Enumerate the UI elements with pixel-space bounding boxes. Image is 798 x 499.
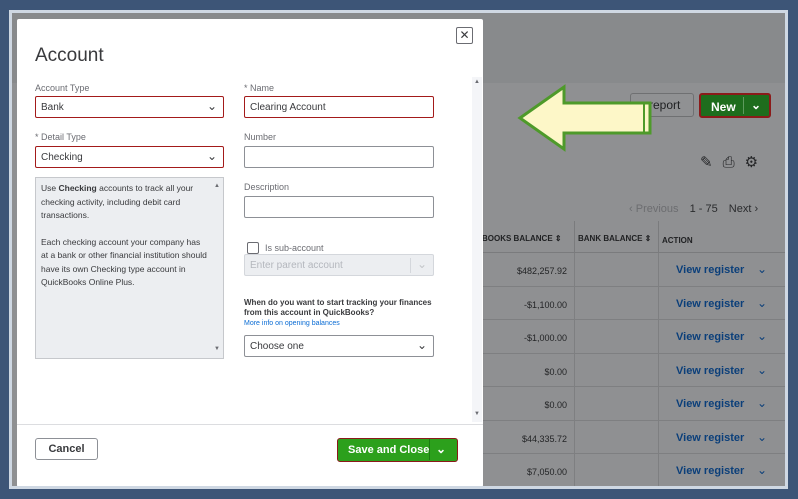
table-header: BOOKS BALANCE ⇕ BANK BALANCE ⇕ ACTION — [480, 221, 785, 253]
edit-icon[interactable]: ✎ — [700, 154, 723, 171]
name-label: * Name — [244, 83, 275, 93]
books-balance: $7,050.00 — [526, 467, 567, 477]
view-register-link[interactable]: View register — [676, 465, 744, 477]
chevron-down-icon[interactable]: ⌄ — [757, 329, 767, 343]
save-and-close-label: Save and Close — [348, 444, 430, 456]
dialog-title: Account — [35, 45, 104, 66]
screenshot-frame: n report New ⌄ ✎⎙⚙ ‹ Previous 1 - 75 Nex… — [9, 10, 788, 489]
save-and-close-button[interactable]: Save and Close ⌄ — [337, 438, 458, 462]
chevron-down-icon: ⌄ — [206, 149, 217, 163]
accounts-table: BOOKS BALANCE ⇕ BANK BALANCE ⇕ ACTION $4… — [480, 221, 785, 486]
opening-balance-info-link[interactable]: More info on opening balances — [244, 320, 340, 327]
column-bank-balance[interactable]: BANK BALANCE ⇕ — [578, 234, 651, 243]
pager-next[interactable]: Next › — [729, 203, 758, 215]
dialog-footer: Cancel Save and Close ⌄ — [17, 424, 483, 486]
books-balance: $482,257.92 — [516, 266, 567, 276]
scroll-up-icon[interactable]: ▲ — [214, 180, 220, 194]
chevron-down-icon[interactable]: ⌄ — [757, 296, 767, 310]
column-action: ACTION — [662, 236, 693, 245]
chevron-down-icon[interactable]: ⌄ — [757, 396, 767, 410]
account-dialog: Account ✕ Account Type Bank ⌄ * Name Cle… — [17, 19, 483, 486]
table-row: $0.00 View register ⌄ — [480, 353, 785, 387]
table-row: $482,257.92 View register ⌄ — [480, 253, 785, 287]
scroll-down-icon[interactable]: ▼ — [214, 343, 220, 357]
description-paragraph: Each checking account your company has a… — [41, 236, 207, 288]
table-row: -$1,100.00 View register ⌄ — [480, 286, 785, 320]
new-button[interactable]: New ⌄ — [699, 93, 771, 118]
opening-date-select[interactable]: Choose one ⌄ — [244, 335, 434, 357]
detail-type-description: Use Checking accounts to track all your … — [35, 177, 224, 359]
chevron-down-icon[interactable]: ⌄ — [757, 463, 767, 477]
number-label: Number — [244, 132, 277, 142]
opening-balance-question: When do you want to start tracking your … — [244, 298, 432, 317]
sub-account-checkbox[interactable] — [247, 242, 259, 254]
scroll-up-icon[interactable]: ▲ — [474, 79, 480, 85]
name-field[interactable]: Clearing Account — [244, 96, 434, 118]
detail-type-select[interactable]: Checking ⌄ — [35, 146, 224, 168]
description-paragraph: Use Checking accounts to track all your … — [41, 183, 194, 220]
chevron-down-icon: ⌄ — [416, 338, 427, 352]
column-books-balance[interactable]: BOOKS BALANCE ⇕ — [482, 234, 562, 243]
new-button-label: New — [711, 100, 736, 114]
view-register-link[interactable]: View register — [676, 365, 744, 377]
pager-range: 1 - 75 — [689, 203, 718, 215]
chevron-down-icon[interactable]: ⌄ — [436, 442, 446, 456]
table-row: $44,335.72 View register ⌄ — [480, 420, 785, 454]
chevron-down-icon[interactable]: ⌄ — [757, 363, 767, 377]
cancel-button[interactable]: Cancel — [35, 438, 98, 460]
chevron-down-icon: ⌄ — [416, 257, 427, 271]
new-button-separator — [743, 97, 744, 114]
books-balance: $0.00 — [544, 366, 567, 377]
chevron-down-icon[interactable]: ⌄ — [757, 262, 767, 276]
pager: ‹ Previous 1 - 75 Next › — [629, 203, 758, 215]
parent-account-placeholder: Enter parent account — [250, 260, 343, 271]
number-field[interactable] — [244, 146, 434, 168]
books-balance: $0.00 — [544, 400, 567, 410]
pager-previous[interactable]: ‹ Previous — [629, 203, 679, 215]
view-register-link[interactable]: View register — [676, 398, 744, 410]
save-button-separator — [429, 439, 430, 460]
account-type-select[interactable]: Bank ⌄ — [35, 96, 224, 118]
detail-type-value: Checking — [41, 152, 83, 163]
sub-account-label: Is sub-account — [265, 243, 324, 253]
toolbar-icons: ✎⎙⚙ — [700, 153, 770, 173]
chevron-down-icon[interactable]: ⌄ — [751, 98, 761, 112]
description-label: Description — [244, 182, 290, 192]
highlight-arrow-icon — [517, 84, 652, 152]
print-icon[interactable]: ⎙ — [723, 154, 745, 171]
chevron-down-icon[interactable]: ⌄ — [757, 430, 767, 444]
table-row: $7,050.00 View register ⌄ — [480, 454, 785, 486]
table-row: $0.00 View register ⌄ — [480, 387, 785, 421]
gear-icon[interactable]: ⚙ — [745, 154, 768, 171]
books-balance: -$1,100.00 — [523, 299, 567, 310]
parent-account-select: Enter parent account ⌄ — [244, 254, 434, 276]
books-balance: $44,335.72 — [521, 433, 567, 444]
table-row: -$1,000.00 View register ⌄ — [480, 320, 785, 354]
scroll-down-icon[interactable]: ▼ — [474, 411, 480, 417]
close-icon[interactable]: ✕ — [456, 27, 473, 44]
detail-type-label: * Detail Type — [35, 132, 86, 142]
view-register-link[interactable]: View register — [676, 298, 744, 310]
books-balance: -$1,000.00 — [523, 333, 567, 343]
description-field[interactable] — [244, 196, 434, 218]
chevron-down-icon: ⌄ — [206, 99, 217, 113]
opening-date-placeholder: Choose one — [250, 341, 304, 352]
view-register-link[interactable]: View register — [676, 331, 744, 343]
view-register-link[interactable]: View register — [676, 432, 744, 444]
view-register-link[interactable]: View register — [676, 264, 744, 276]
dialog-scrollbar[interactable] — [472, 77, 482, 422]
account-type-value: Bank — [41, 102, 64, 113]
account-type-label: Account Type — [35, 83, 90, 93]
name-value: Clearing Account — [250, 102, 326, 113]
